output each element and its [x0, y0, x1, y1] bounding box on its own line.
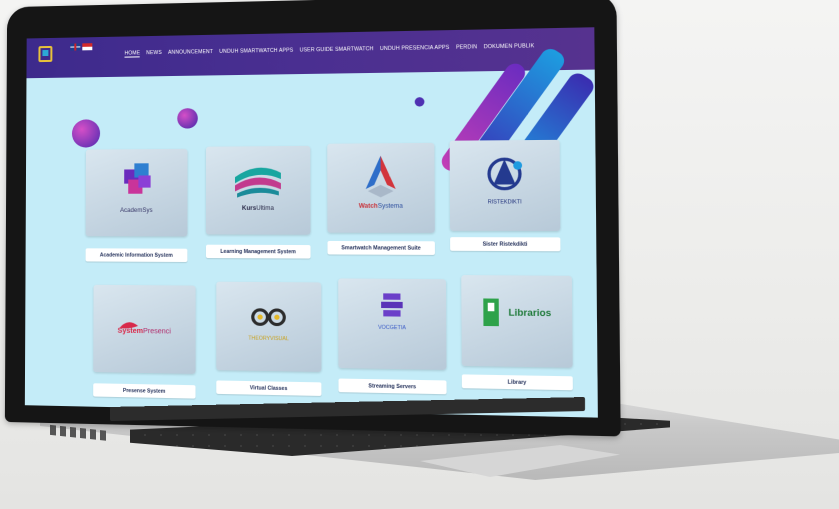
app-label-academic-information-system[interactable]: Academic Information System	[85, 248, 188, 263]
app-label-presense-system[interactable]: Presense System	[93, 383, 196, 399]
app-card-systempresenci[interactable]: SystemPresenci	[93, 284, 196, 374]
app-card-virtual-classes[interactable]: THEORYVISUAL	[216, 281, 322, 372]
academsys-brand: AcademSys	[120, 207, 153, 215]
librarios-brand: Librarios	[508, 307, 552, 319]
nav-news[interactable]: NEWS	[146, 50, 162, 57]
kursultima-brand: KursUltima	[241, 205, 274, 212]
app-card-watchsystema[interactable]: WatchSystema	[327, 142, 435, 233]
ristekdikti-brand: RISTEKDIKTI	[487, 199, 522, 206]
systempresenci-brand: SystemPresenci	[117, 327, 171, 336]
indonesia-flag-icon[interactable]	[82, 43, 93, 51]
app-card-librarios[interactable]: Librarios	[461, 275, 573, 368]
nav-unduh-presencia-apps[interactable]: UNDUH PRESENCIA APPS	[380, 45, 450, 53]
nav-home[interactable]: HOME	[124, 50, 141, 58]
academsys-logo-icon	[124, 163, 151, 194]
app-card-academsys[interactable]: AcademSys	[85, 148, 188, 237]
nav-dokumen-publik[interactable]: DOKUMEN PUBLIK	[484, 43, 535, 51]
site-logo-icon[interactable]	[38, 45, 53, 63]
app-label-streaming-servers[interactable]: Streaming Servers	[338, 378, 447, 395]
librarios-logo-icon	[483, 298, 499, 327]
app-card-vocgetia[interactable]: VOCGETIA	[338, 278, 447, 370]
app-label-library[interactable]: Library	[461, 374, 573, 391]
watchsystema-brand: WatchSystema	[358, 203, 403, 210]
app-card-kursultima[interactable]: KursUltima	[205, 145, 311, 235]
ristekdikti-logo-icon	[450, 140, 561, 231]
uk-flag-icon[interactable]	[70, 43, 81, 51]
kursultima-logo-icon	[234, 167, 281, 198]
nav-announcement[interactable]: ANNOUNCEMENT	[168, 49, 213, 57]
decor-circle	[177, 108, 198, 129]
virtual-classes-logo-icon	[216, 282, 321, 372]
watchsystema-logo-icon	[365, 155, 396, 198]
app-label-virtual-classes[interactable]: Virtual Classes	[216, 380, 322, 396]
app-label-sister-ristekdikti[interactable]: Sister Ristekdikti	[450, 237, 561, 252]
nav-perdin[interactable]: PERDIN	[456, 44, 477, 52]
app-card-ristekdikti[interactable]: RISTEKDIKTI	[449, 139, 561, 232]
nav-user-guide-smartwatch[interactable]: USER GUIDE SMARTWATCH	[300, 46, 374, 55]
app-label-learning-management-system[interactable]: Learning Management System	[205, 244, 311, 259]
laptop-bezel: HOME NEWS ANNOUNCEMENT UNDUH SMARTWATCH …	[4, 0, 621, 437]
decor-circle	[71, 119, 101, 148]
main-nav: HOME NEWS ANNOUNCEMENT UNDUH SMARTWATCH …	[124, 43, 535, 58]
nav-unduh-smartwatch-apps[interactable]: UNDUH SMARTWATCH APPS	[219, 48, 293, 56]
app-label-smartwatch-management-suite[interactable]: Smartwatch Management Suite	[327, 240, 435, 255]
decor-circle	[414, 97, 425, 107]
laptop-screen: HOME NEWS ANNOUNCEMENT UNDUH SMARTWATCH …	[24, 27, 598, 418]
